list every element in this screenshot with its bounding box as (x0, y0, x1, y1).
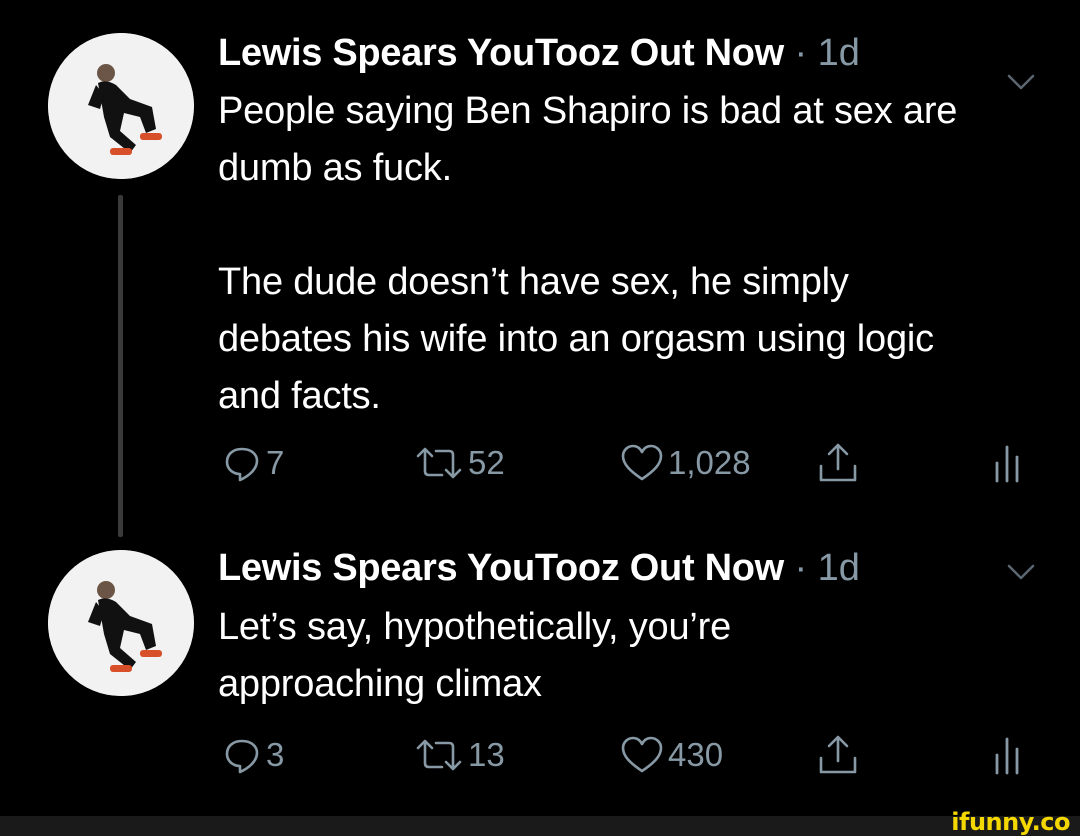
like-count: 430 (668, 736, 724, 773)
retweet-button[interactable]: 52 (414, 438, 505, 488)
share-button[interactable] (816, 438, 860, 488)
author-name[interactable]: Lewis Spears YouTooz Out Now (218, 32, 784, 74)
like-icon (621, 444, 663, 481)
tweet-time[interactable]: 1d (818, 547, 860, 589)
retweet-count: 52 (468, 444, 505, 481)
reply-count: 3 (266, 736, 285, 773)
retweet-icon (416, 447, 462, 479)
analytics-icon (995, 737, 1019, 775)
avatar-figure-icon (48, 33, 194, 179)
tweet-time[interactable]: 1d (818, 32, 860, 74)
tweet-actions: 3 13 430 (218, 730, 1058, 780)
tweet-actions: 7 52 1,028 (218, 438, 1058, 488)
reply-button[interactable]: 7 (222, 438, 284, 488)
tweet-paragraph: People saying Ben Shapiro is bad at sex … (218, 90, 958, 189)
like-icon (621, 736, 663, 773)
watermark-logo: ifunny.co (951, 808, 1070, 836)
tweet-header: Lewis Spears YouTooz Out Now · 1d (218, 545, 860, 591)
avatar[interactable] (48, 33, 194, 179)
like-count: 1,028 (668, 444, 751, 481)
share-button[interactable] (816, 730, 860, 780)
avatar-figure-icon (48, 550, 194, 696)
header-separator: · (794, 547, 808, 589)
author-name[interactable]: Lewis Spears YouTooz Out Now (218, 547, 784, 589)
retweet-button[interactable]: 13 (414, 730, 505, 780)
reply-count: 7 (266, 444, 285, 481)
analytics-button[interactable] (992, 438, 1022, 488)
share-icon (819, 443, 857, 482)
reply-icon (225, 739, 259, 774)
thread-line (118, 195, 123, 537)
tweet-paragraph: Let’s say, hypothetically, you’re approa… (218, 606, 732, 705)
reply-button[interactable]: 3 (222, 730, 284, 780)
share-icon (819, 735, 857, 774)
reply-icon (225, 447, 259, 482)
chevron-down-icon[interactable] (1003, 560, 1039, 584)
tweet-text: Let’s say, hypothetically, you’re approa… (218, 599, 1038, 713)
header-separator: · (794, 32, 808, 74)
like-button[interactable]: 430 (620, 730, 723, 780)
tweet-paragraph: The dude doesn’t have sex, he simply deb… (218, 261, 934, 417)
analytics-button[interactable] (992, 730, 1022, 780)
footer-bar (0, 816, 1080, 836)
avatar[interactable] (48, 550, 194, 696)
like-button[interactable]: 1,028 (620, 438, 751, 488)
tweet-text: People saying Ben Shapiro is bad at sex … (218, 83, 1038, 425)
retweet-count: 13 (468, 736, 505, 773)
retweet-icon (416, 739, 462, 771)
tweet-header: Lewis Spears YouTooz Out Now · 1d (218, 30, 860, 76)
analytics-icon (995, 445, 1019, 483)
